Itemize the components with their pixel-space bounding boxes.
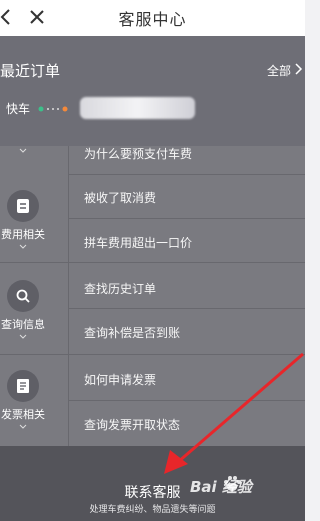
faq-question[interactable]: 如何申请发票 [84,371,156,388]
chevron-down-icon [19,244,27,249]
faq-question[interactable]: 为什么要预支付车费 [84,145,192,162]
chevron-down-icon [19,334,27,339]
bill-icon [17,199,29,213]
view-all-orders-link[interactable]: 全部 [267,62,291,79]
annotation-arrow-icon [164,352,304,474]
recent-order-item[interactable]: 快车 [0,94,305,124]
category-label: 查询信息 [1,318,45,331]
category-badge [7,190,39,222]
chevron-down-icon [19,424,27,429]
divider [68,146,69,446]
divider [68,174,305,175]
faq-question[interactable]: 查询补偿是否到账 [84,324,180,341]
search-icon [16,289,30,303]
page-title: 客服中心 [118,10,187,29]
recent-orders-title: 最近订单 [0,62,61,80]
order-type-label: 快车 [6,102,31,116]
top-bar: 客服中心 [0,0,305,36]
paw-logo-icon [224,476,241,491]
category-badge [7,370,39,402]
invoice-icon [17,379,29,393]
faq-question[interactable]: 查找历史订单 [84,280,156,297]
route-dots-icon [38,106,68,112]
category-label: 发票相关 [1,408,45,421]
faq-question[interactable]: 被收了取消费 [84,189,156,206]
category-label: 费用相关 [1,228,45,241]
category-badge [7,280,39,312]
recent-orders-section [0,36,305,146]
divider [68,218,305,219]
contact-support-button[interactable]: 联系客服 [0,482,305,502]
order-route-redacted [80,97,195,119]
faq-question[interactable]: 拼车费用超出一口价 [84,234,192,251]
chevron-right-icon[interactable] [293,62,303,76]
chevron-down-icon [19,148,27,153]
divider [0,262,305,263]
contact-support-subtitle: 处理车费纠纷、物品遗失等问题 [89,505,216,515]
divider [68,308,305,309]
watermark-text: Bai 经验 [190,478,252,496]
recent-orders-header: 最近订单 全部 [0,54,305,88]
